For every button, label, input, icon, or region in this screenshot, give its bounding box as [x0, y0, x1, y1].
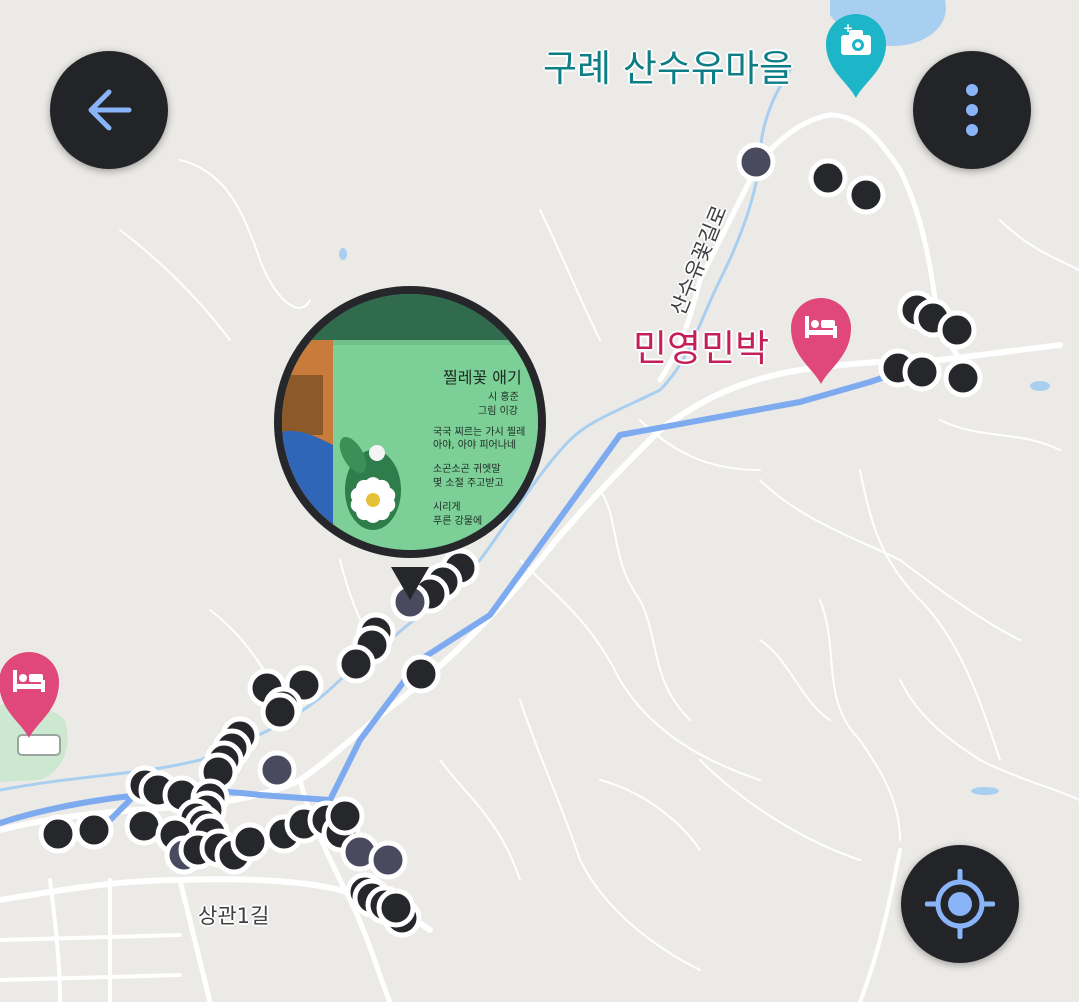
- photo-marker[interactable]: [260, 692, 300, 732]
- photo-marker[interactable]: [736, 142, 776, 182]
- photo-marker[interactable]: [376, 888, 416, 928]
- more-vertical-icon: [966, 84, 978, 136]
- photo-marker[interactable]: [846, 175, 886, 215]
- photo-marker[interactable]: [74, 810, 114, 850]
- photo-marker[interactable]: [336, 644, 376, 684]
- photo-marker[interactable]: [230, 822, 270, 862]
- sign-line: 몇 소절 주고받고: [433, 476, 504, 489]
- photo-marker[interactable]: [808, 158, 848, 198]
- photo-marker[interactable]: [902, 352, 942, 392]
- svg-text:+: +: [843, 21, 853, 35]
- pond: [1030, 381, 1050, 391]
- sign-line: 국국 찌르는 가시 찔레: [433, 425, 525, 438]
- photo-marker[interactable]: [38, 814, 78, 854]
- arrow-left-icon: [88, 89, 132, 131]
- photo-marker[interactable]: [937, 310, 977, 350]
- my-location-icon: [925, 869, 995, 939]
- sign-line: 시 홍준: [488, 390, 519, 403]
- pond: [339, 248, 347, 260]
- photo-marker[interactable]: [401, 654, 441, 694]
- sign-title: 찔레꽃 애기: [443, 368, 522, 387]
- sign-line: 아야, 아야 피어나네: [433, 439, 516, 451]
- photo-marker[interactable]: [368, 840, 408, 880]
- road-label: 상관1길: [198, 904, 270, 928]
- pond: [971, 787, 999, 795]
- map-icon-box: [17, 734, 61, 756]
- more-options-button[interactable]: [913, 51, 1031, 169]
- poi-label-lodging[interactable]: 민영민박: [633, 318, 769, 372]
- photo-preview-callout[interactable]: 찔레꽃 애기 시 홍준 그림 이강 국국 찌르는 가시 찔레 아야, 아야 피어…: [273, 285, 547, 601]
- sign-line: 소곤소곤 귀엣말: [433, 463, 501, 475]
- photo-marker[interactable]: [325, 796, 365, 836]
- sign-line: 푸른 강물에: [433, 515, 482, 527]
- back-button[interactable]: [50, 51, 168, 169]
- poi-label-photo-spot[interactable]: 구례 산수유마을: [543, 38, 793, 92]
- photo-marker[interactable]: [257, 750, 297, 790]
- sign-line: 그림 이강: [478, 405, 518, 417]
- my-location-button[interactable]: [901, 845, 1019, 963]
- sign-line: 시리게: [433, 501, 461, 513]
- poi-pin-photo-spot[interactable]: +: [826, 14, 886, 98]
- photo-marker[interactable]: [943, 358, 983, 398]
